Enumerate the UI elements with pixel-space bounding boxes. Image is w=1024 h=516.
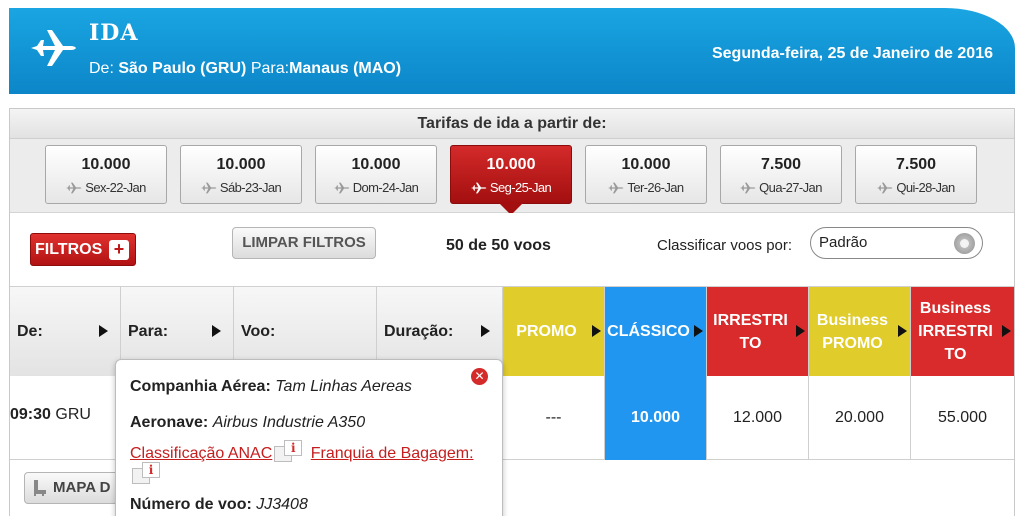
- direction-title: IDA: [89, 20, 139, 46]
- plus-icon: +: [109, 240, 129, 260]
- filtros-button[interactable]: FILTROS +: [30, 233, 136, 266]
- airplane-icon: [740, 182, 756, 194]
- companhia-line: Companhia Aérea: Tam Linhas Aereas: [130, 378, 412, 396]
- column-header-classico[interactable]: CLÁSSICO: [605, 287, 707, 376]
- column-header-business-irrestrito[interactable]: Business IRRESTRITO: [911, 287, 1014, 376]
- column-header-irrestrito[interactable]: IRRESTRITO: [707, 287, 809, 376]
- limpar-filtros-button[interactable]: LIMPAR FILTROS: [232, 227, 376, 259]
- numero-line: Número de voo: JJ3408: [130, 496, 308, 514]
- info-icon[interactable]: i: [132, 462, 162, 484]
- airplane-icon: [200, 182, 217, 194]
- departure-airport: GRU: [55, 406, 91, 423]
- info-line: i: [130, 462, 164, 485]
- route-from-label: De:: [89, 60, 114, 77]
- date-price: 10.000: [351, 156, 401, 173]
- fare-irrestrito[interactable]: 12.000: [707, 376, 809, 460]
- date-selector: 10.000 Sex-22-Jan 10.000 Sáb-23-Jan 10.0…: [10, 139, 1014, 215]
- anac-link[interactable]: Classificação ANAC: [130, 445, 272, 462]
- info-icon[interactable]: i: [274, 440, 304, 462]
- airplane-icon: [66, 182, 82, 194]
- sort-label: Classificar voos por:: [657, 237, 793, 254]
- chevron-down-icon: [954, 233, 975, 254]
- mapa-label: MAPA D: [53, 479, 111, 496]
- date-price: 10.000: [486, 156, 536, 173]
- route-to-label: Para:: [250, 60, 290, 77]
- date-card-seg-25[interactable]: 10.000 Seg-25-Jan: [450, 145, 572, 215]
- route-to: Manaus (MAO): [289, 60, 402, 77]
- aeronave-line: Aeronave: Airbus Industrie A350: [130, 414, 365, 432]
- departure-cell: 09:30 GRU: [10, 406, 91, 424]
- date-day: Sáb-23-Jan: [219, 180, 282, 195]
- date-price: 7.500: [760, 156, 802, 173]
- airplane-icon: [333, 182, 350, 194]
- sort-arrow-icon: [481, 325, 490, 337]
- date-card-ter-26[interactable]: 10.000 Ter-26-Jan: [585, 145, 707, 204]
- date-day: Ter-26-Jan: [627, 180, 684, 195]
- date-card-sab-23[interactable]: 10.000 Sáb-23-Jan: [180, 145, 302, 204]
- date-card-sex-22[interactable]: 10.000 Sex-22-Jan: [45, 145, 167, 204]
- aeronave-value: Airbus Industrie A350: [212, 414, 366, 431]
- date-day: Dom-24-Jan: [352, 180, 419, 195]
- date-day: Seg-25-Jan: [489, 180, 552, 195]
- sort-value: Padrão: [819, 234, 868, 251]
- airplane-icon: [470, 182, 487, 194]
- date-card-qui-28[interactable]: 7.500 Qui-28-Jan: [855, 145, 977, 204]
- sort-arrow-icon: [99, 325, 108, 337]
- date-price: 7.500: [895, 156, 937, 173]
- flight-count: 50 de 50 voos: [446, 237, 551, 254]
- date-price: 10.000: [216, 156, 266, 173]
- airplane-icon: [608, 182, 624, 194]
- bagagem-link[interactable]: Franquia de Bagagem:: [311, 445, 474, 462]
- sort-select[interactable]: Padrão: [810, 227, 983, 259]
- sort-arrow-icon: [212, 325, 221, 337]
- filters-row: FILTROS + LIMPAR FILTROS 50 de 50 voos C…: [10, 213, 1014, 287]
- numero-label: Número de voo:: [130, 496, 252, 513]
- column-header-promo[interactable]: PROMO: [503, 287, 605, 376]
- numero-value: JJ3408: [256, 496, 308, 513]
- route-text: De: São Paulo (GRU) Para:Manaus (MAO): [89, 60, 401, 78]
- date-day: Qui-28-Jan: [896, 180, 955, 195]
- fare-classico[interactable]: 10.000: [605, 376, 707, 460]
- route-from: São Paulo (GRU): [118, 60, 247, 77]
- sort-arrow-icon: [898, 325, 907, 337]
- fare-business-irrestrito[interactable]: 55.000: [911, 376, 1014, 460]
- flight-date: Segunda-feira, 25 de Janeiro de 2016: [711, 45, 993, 62]
- companhia-value: Tam Linhas Aereas: [275, 378, 412, 395]
- date-card-qua-27[interactable]: 7.500 Qua-27-Jan: [720, 145, 842, 204]
- sort-arrow-icon: [694, 325, 703, 337]
- tarifas-heading: Tarifas de ida a partir de:: [10, 109, 1014, 139]
- date-price: 10.000: [81, 156, 131, 173]
- date-price: 10.000: [621, 156, 671, 173]
- sort-arrow-icon: [1002, 325, 1011, 337]
- links-line: Classificação ANAC i Franquia de Bagagem:: [130, 440, 474, 463]
- page: IDA De: São Paulo (GRU) Para:Manaus (MAO…: [0, 0, 1024, 516]
- departure-time: 09:30: [10, 406, 51, 423]
- sort-arrow-icon: [796, 325, 805, 337]
- airplane-icon: [877, 182, 893, 194]
- filtros-label: FILTROS: [35, 241, 103, 258]
- column-header-business-promo[interactable]: Business PROMO: [809, 287, 911, 376]
- seat-icon: [34, 480, 46, 496]
- sort-arrow-icon: [592, 325, 601, 337]
- date-card-dom-24[interactable]: 10.000 Dom-24-Jan: [315, 145, 437, 204]
- flight-details-popover: ✕ Companhia Aérea: Tam Linhas Aereas Aer…: [115, 359, 503, 516]
- companhia-label: Companhia Aérea:: [130, 378, 271, 395]
- fare-promo: ---: [503, 376, 605, 460]
- column-header-de[interactable]: De:: [10, 287, 121, 376]
- airplane-icon: [31, 30, 76, 66]
- flight-header: IDA De: São Paulo (GRU) Para:Manaus (MAO…: [9, 8, 1015, 94]
- fare-business-promo[interactable]: 20.000: [809, 376, 911, 460]
- date-day: Sex-22-Jan: [85, 180, 146, 195]
- close-icon[interactable]: ✕: [471, 368, 488, 385]
- date-day: Qua-27-Jan: [759, 180, 822, 195]
- aeronave-label: Aeronave:: [130, 414, 209, 431]
